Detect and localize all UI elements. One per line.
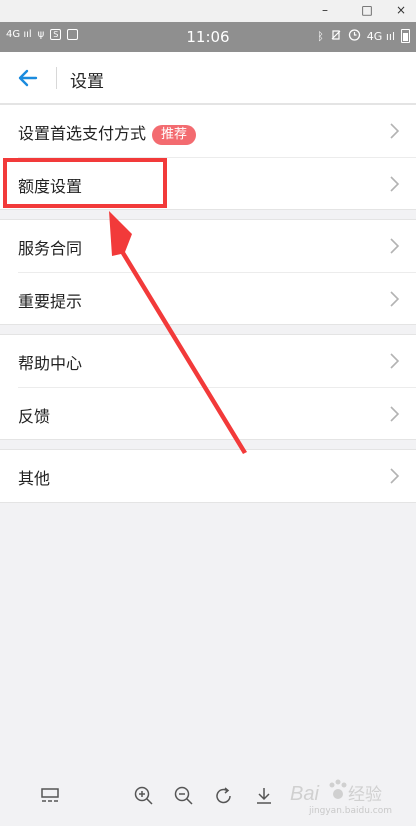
feedback-item[interactable]: 反馈	[18, 387, 416, 439]
header-divider	[56, 67, 57, 89]
close-button[interactable]: ×	[390, 2, 412, 18]
watermark-url: jingyan.baidu.com	[308, 806, 392, 816]
app-header: 设置	[0, 52, 416, 104]
window-title-bar: – □ ×	[0, 0, 416, 22]
item-label: 帮助中心	[18, 354, 83, 373]
item-label: 其他	[18, 469, 51, 488]
item-label: 设置首选支付方式 推荐	[18, 120, 197, 145]
settings-group-2: 服务合同 重要提示	[0, 219, 416, 325]
download-icon[interactable]	[252, 784, 276, 808]
zoom-out-icon[interactable]	[172, 784, 196, 808]
network-type-right: 4G ııl	[366, 29, 395, 43]
settings-group-3: 帮助中心 反馈	[0, 334, 416, 440]
settings-group-4: 其他	[0, 449, 416, 503]
chevron-right-icon	[384, 121, 404, 141]
maximize-button[interactable]: □	[356, 2, 378, 18]
watermark-brand-right: 经验	[348, 785, 382, 805]
other-item[interactable]: 其他	[0, 450, 416, 502]
baidu-watermark: Bai 经验	[290, 776, 392, 810]
paw-icon	[329, 779, 347, 799]
alarm-icon	[348, 28, 361, 44]
watermark-brand-left: Bai	[290, 783, 319, 805]
chevron-right-icon	[384, 236, 404, 256]
battery-icon	[401, 29, 410, 43]
signal-icon-right: ııl	[385, 29, 395, 43]
preferred-payment-item[interactable]: 设置首选支付方式 推荐	[0, 105, 416, 157]
zoom-in-icon[interactable]	[132, 784, 156, 808]
page-title: 设置	[70, 72, 104, 92]
item-label: 反馈	[18, 407, 51, 426]
vibrate-icon	[330, 29, 342, 44]
minimize-button[interactable]: –	[314, 2, 336, 18]
rotate-icon[interactable]	[212, 784, 236, 808]
bluetooth-icon: ᛒ	[317, 29, 324, 43]
item-label: 重要提示	[18, 292, 83, 311]
chevron-right-icon	[384, 466, 404, 486]
item-label: 服务合同	[18, 239, 83, 258]
chevron-right-icon	[384, 174, 404, 194]
thumbnail-icon[interactable]	[38, 784, 62, 808]
recommend-badge: 推荐	[152, 125, 197, 145]
help-center-item[interactable]: 帮助中心	[0, 335, 416, 387]
status-bar: 4G ııl ψ S 11:06 ᛒ 4G ııl	[0, 22, 416, 52]
chevron-right-icon	[384, 351, 404, 371]
service-contract-item[interactable]: 服务合同	[0, 220, 416, 272]
chevron-right-icon	[384, 289, 404, 309]
back-arrow-icon[interactable]	[14, 64, 42, 92]
important-notice-item[interactable]: 重要提示	[18, 272, 416, 324]
annotation-highlight-box	[3, 158, 167, 208]
chevron-right-icon	[384, 404, 404, 424]
